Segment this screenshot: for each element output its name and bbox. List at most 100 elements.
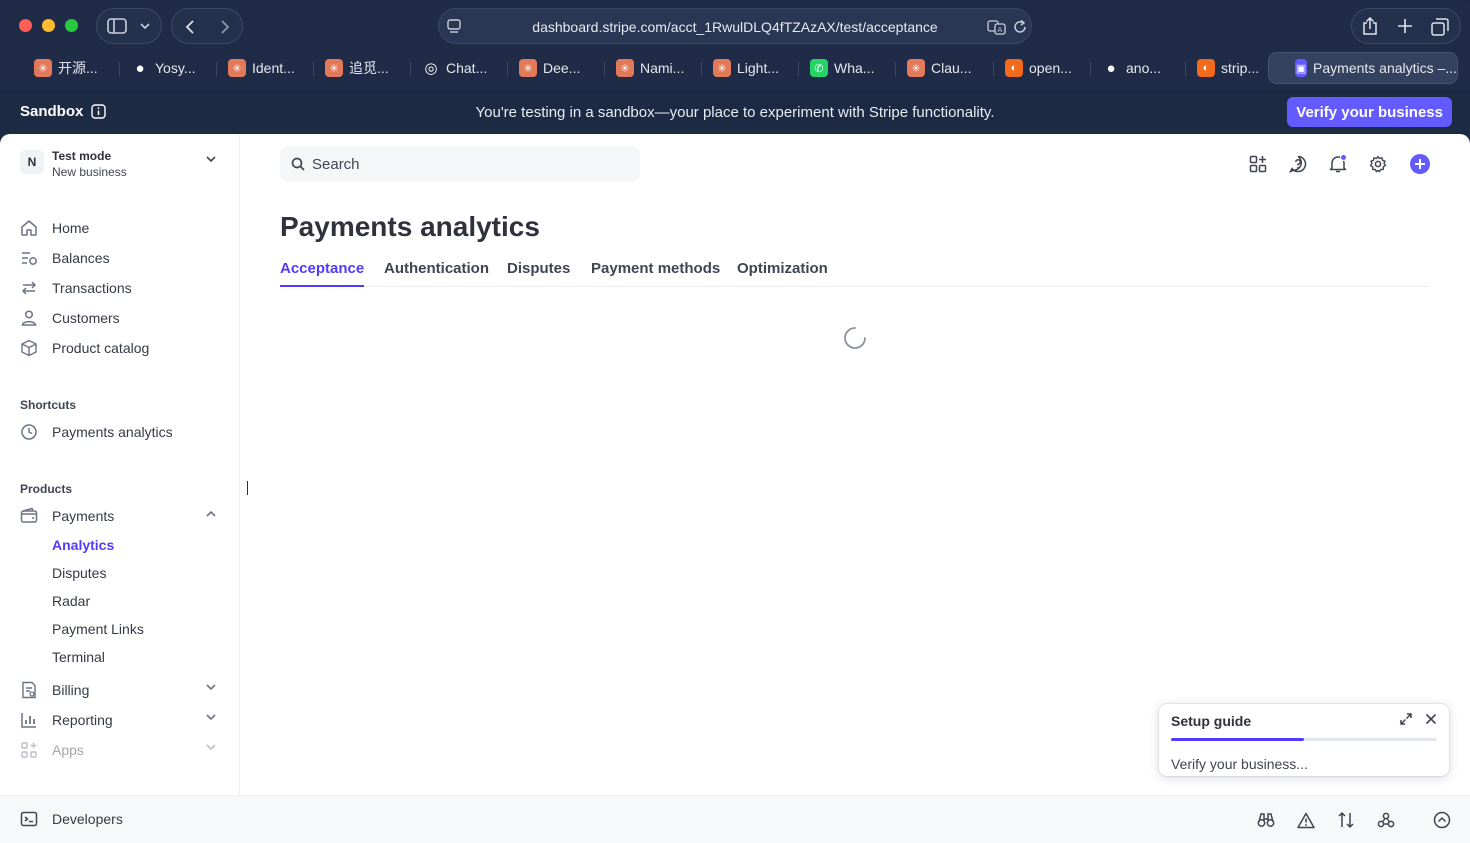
create-button[interactable] — [1408, 152, 1432, 176]
transactions-icon — [21, 281, 37, 295]
browser-tab[interactable]: ◎ Chat... — [418, 52, 487, 84]
browser-tab[interactable]: ✳ Clau... — [903, 52, 971, 84]
browser-tab[interactable]: ✳ Ident... — [224, 52, 295, 84]
plus-circle-icon — [1410, 154, 1430, 174]
browser-tab[interactable]: ◐ strip... — [1193, 52, 1259, 84]
stripe-icon: ▣ — [1295, 59, 1308, 77]
tab-payment-methods[interactable]: Payment methods — [591, 260, 720, 287]
translate-icon[interactable]: A — [987, 19, 1007, 35]
apps-grid-button[interactable] — [1247, 153, 1269, 175]
sidebar-item-reporting[interactable]: Reporting — [20, 707, 220, 733]
page-title: Payments analytics — [280, 211, 540, 242]
sidebar-item-home[interactable]: Home — [20, 215, 220, 241]
collapse-footer-button[interactable] — [1431, 809, 1453, 831]
close-window-button[interactable] — [19, 19, 32, 32]
setup-guide-progress-fill — [1171, 738, 1304, 741]
setup-guide-panel[interactable]: Setup guide Verify your business... — [1159, 704, 1449, 776]
sidebar-subitem-terminal[interactable]: Terminal — [52, 649, 105, 665]
help-button[interactable] — [1287, 153, 1309, 175]
tab-separator — [604, 62, 605, 76]
sidebar-item-balances[interactable]: Balances — [20, 245, 220, 271]
browser-tab[interactable]: ✳ Nami... — [612, 52, 684, 84]
shortcut-payments-analytics[interactable]: Payments analytics — [20, 419, 220, 445]
sidebar: N Test mode New business Home Balances T… — [0, 134, 240, 795]
sandbox-banner: Sandbox You're testing in a sandbox—your… — [0, 90, 1470, 134]
wallet-icon — [20, 507, 38, 523]
browser-tab[interactable]: ✆ Wha... — [806, 52, 874, 84]
balances-icon — [22, 252, 37, 265]
browser-tab[interactable]: ◐ open... — [1001, 52, 1072, 84]
sidebar-item-product-catalog[interactable]: Product catalog — [20, 335, 220, 361]
chevron-down-icon — [140, 23, 150, 30]
chevron-up-icon — [206, 510, 216, 517]
notifications-button[interactable] — [1327, 153, 1349, 175]
close-icon[interactable] — [1424, 712, 1438, 726]
bell-icon — [1329, 154, 1347, 173]
tab-separator — [798, 62, 799, 76]
address-bar[interactable]: dashboard.stripe.com/acct_1RwulDLQ4fTZAz… — [438, 8, 1032, 44]
tab-optimization[interactable]: Optimization — [737, 260, 828, 287]
customers-icon — [21, 310, 37, 326]
webhook-icon — [1377, 812, 1395, 828]
browser-tab[interactable]: ● Yosy... — [127, 52, 195, 84]
requests-button[interactable] — [1335, 809, 1357, 831]
account-switcher[interactable]: N Test mode New business — [20, 148, 220, 180]
sidebar-item-payments[interactable]: Payments — [20, 503, 220, 529]
sidebar-subitem-payment-links[interactable]: Payment Links — [52, 621, 144, 637]
terminal-icon — [20, 811, 38, 827]
sidebar-item-label: Apps — [52, 742, 84, 758]
verify-business-button[interactable]: Verify your business — [1287, 97, 1452, 127]
openai-icon: ◎ — [424, 60, 438, 77]
webhooks-button[interactable] — [1375, 809, 1397, 831]
settings-button[interactable] — [1367, 153, 1389, 175]
sidebar-item-billing[interactable]: Billing — [20, 677, 220, 703]
maximize-window-button[interactable] — [65, 19, 78, 32]
chevron-down-icon — [206, 714, 216, 721]
browser-tab-label: 追觅... — [349, 60, 389, 76]
forward-icon[interactable] — [219, 19, 231, 35]
claude-icon: ✳ — [325, 59, 343, 77]
browser-tab-label: Light... — [737, 60, 780, 76]
browser-tab[interactable]: ✳ Dee... — [515, 52, 580, 84]
github-icon: ● — [135, 59, 145, 77]
products-heading: Products — [20, 482, 73, 496]
text-cursor — [247, 481, 248, 495]
browser-tab[interactable]: ✳ 开源... — [30, 52, 98, 84]
tab-overview-icon[interactable] — [1431, 18, 1449, 36]
tab-acceptance[interactable]: Acceptance — [280, 260, 365, 287]
developers-button[interactable]: Developers — [20, 810, 123, 828]
browser-tab-label: Chat... — [446, 60, 488, 76]
browser-tab-label: ano... — [1126, 60, 1162, 76]
browser-tab-label: Ident... — [252, 60, 295, 76]
tab-disputes[interactable]: Disputes — [507, 260, 570, 287]
inspector-button[interactable] — [1255, 809, 1277, 831]
sandbox-message: You're testing in a sandbox—your place t… — [475, 104, 995, 121]
sidebar-item-apps[interactable]: Apps — [20, 737, 220, 763]
browser-tab[interactable]: ● ano... — [1098, 52, 1161, 84]
errors-button[interactable] — [1295, 809, 1317, 831]
share-icon[interactable] — [1361, 17, 1379, 36]
sidebar-item-customers[interactable]: Customers — [20, 305, 220, 331]
browser-tab[interactable]: ✳ 追觅... — [321, 52, 389, 84]
help-icon — [1289, 155, 1307, 173]
browser-tab[interactable]: ▣ Payments analytics –... — [1268, 52, 1458, 84]
tab-authentication[interactable]: Authentication — [384, 260, 489, 287]
sidebar-subitem-radar[interactable]: Radar — [52, 593, 90, 609]
chevron-down-icon — [206, 744, 216, 751]
sidebar-item-label: Home — [52, 220, 90, 236]
claude-icon: ✳ — [907, 59, 925, 77]
sidebar-item-transactions[interactable]: Transactions — [20, 275, 220, 301]
sidebar-toggle-group[interactable] — [96, 8, 162, 44]
account-mode: Test mode — [52, 149, 112, 163]
sidebar-subitem-analytics[interactable]: Analytics — [52, 537, 114, 553]
svg-text:A: A — [998, 26, 1003, 34]
expand-icon[interactable] — [1399, 712, 1413, 726]
minimize-window-button[interactable] — [42, 19, 55, 32]
tab-separator — [313, 62, 314, 76]
sidebar-subitem-disputes[interactable]: Disputes — [52, 565, 106, 581]
browser-tab[interactable]: ✳ Light... — [709, 52, 779, 84]
reload-icon[interactable] — [1012, 19, 1028, 35]
search-input[interactable]: Search — [280, 146, 640, 182]
new-tab-icon[interactable] — [1397, 18, 1413, 34]
back-icon[interactable] — [184, 19, 196, 35]
